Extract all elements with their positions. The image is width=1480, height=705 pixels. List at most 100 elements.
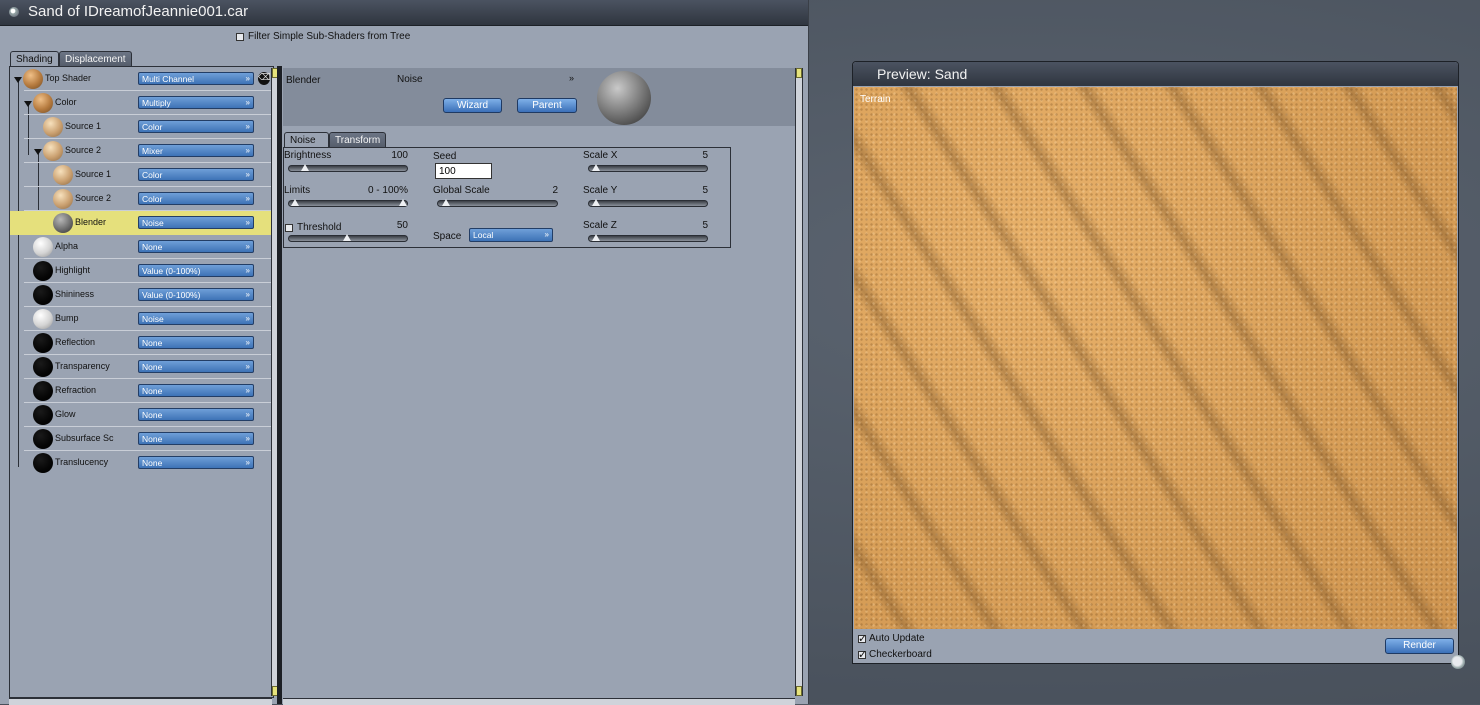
shader-type-dropdown[interactable]: None »	[138, 384, 254, 397]
shader-ball-icon	[23, 69, 43, 89]
tree-row-shininess[interactable]: Shininess Value (0-100%) »	[10, 283, 272, 307]
render-button[interactable]: Render	[1385, 638, 1454, 654]
space-dropdown[interactable]: Local »	[469, 228, 553, 242]
expand-triangle-icon[interactable]	[34, 149, 42, 155]
slider-thumb[interactable]	[442, 199, 450, 206]
shader-type-dropdown[interactable]: None »	[138, 432, 254, 445]
seed-input[interactable]	[435, 163, 492, 179]
scroll-up-nub[interactable]	[796, 68, 802, 78]
chevron-down-icon: »	[245, 458, 250, 467]
shader-type-dropdown[interactable]: None »	[138, 360, 254, 373]
tree-row-subsurface[interactable]: Subsurface Sc None »	[10, 427, 272, 451]
checkerboard-checkbox[interactable]	[858, 648, 867, 661]
shader-type-dropdown[interactable]: Color »	[138, 168, 254, 181]
tree-row-source-1[interactable]: Source 1 Color »	[10, 115, 272, 139]
tree-label: Source 2	[65, 145, 102, 155]
shader-type-dropdown[interactable]: None »	[138, 240, 254, 253]
chevron-down-icon: »	[245, 98, 250, 107]
tree-row-color[interactable]: Color Multiply »	[10, 91, 272, 115]
shader-type-dropdown[interactable]: Color »	[138, 120, 254, 133]
tree-row-refraction[interactable]: Refraction None »	[10, 379, 272, 403]
parent-button[interactable]: Parent	[517, 98, 577, 113]
tab-noise[interactable]: Noise	[284, 132, 329, 148]
tree-row-highlight[interactable]: Highlight Value (0-100%) »	[10, 259, 272, 283]
shader-tree: Top Shader Multi Channel » ⌫ Color Multip…	[9, 66, 274, 698]
dropdown-value: Value (0-100%)	[142, 266, 201, 276]
global-scale-slider[interactable]	[437, 199, 558, 207]
auto-update-checkbox[interactable]	[858, 632, 867, 645]
shader-type-dropdown[interactable]: Multi Channel »	[138, 72, 254, 85]
tree-row-glow[interactable]: Glow None »	[10, 403, 272, 427]
chevron-down-icon: »	[245, 170, 250, 179]
tree-row-alpha[interactable]: Alpha None »	[10, 235, 272, 259]
expand-triangle-icon[interactable]	[24, 101, 32, 107]
panel-divider[interactable]	[277, 66, 282, 704]
threshold-checkbox[interactable]	[285, 223, 293, 232]
filter-checkbox[interactable]	[236, 32, 244, 41]
shader-type-dropdown[interactable]: Mixer »	[138, 144, 254, 157]
limits-slider[interactable]	[288, 199, 408, 207]
shader-type-dropdown[interactable]: Value (0-100%) »	[138, 264, 254, 277]
scroll-down-nub[interactable]	[796, 686, 802, 696]
scale-x-slider[interactable]	[588, 164, 708, 172]
tree-row-translucency[interactable]: Translucency None »	[10, 451, 272, 475]
resize-grip-icon[interactable]	[1451, 655, 1465, 669]
chevron-down-icon: »	[245, 146, 250, 155]
dropdown-value: None	[142, 242, 163, 252]
tree-label: Transparency	[55, 361, 110, 371]
scale-z-value: 5	[702, 220, 708, 231]
seed-label: Seed	[433, 151, 457, 162]
expand-triangle-icon[interactable]	[14, 77, 22, 83]
detail-scrollbar[interactable]	[795, 68, 803, 696]
shader-type-dropdown[interactable]: Noise »	[138, 216, 254, 229]
shader-ball-icon	[33, 309, 53, 329]
brightness-slider[interactable]	[288, 164, 408, 172]
threshold-toggle[interactable]: Threshold	[285, 222, 341, 233]
tree-row-top-shader[interactable]: Top Shader Multi Channel » ⌫	[10, 67, 272, 91]
tab-displacement[interactable]: Displacement	[59, 51, 132, 67]
slider-thumb[interactable]	[592, 164, 600, 171]
chevron-down-icon: »	[245, 194, 250, 203]
shader-type-dropdown[interactable]: Color »	[138, 192, 254, 205]
threshold-slider[interactable]	[288, 234, 408, 242]
shader-type-dropdown[interactable]: Noise »	[138, 312, 254, 325]
trash-icon[interactable]: ⌫	[258, 72, 271, 85]
shader-type-dropdown[interactable]: None »	[138, 456, 254, 469]
preview-title-bar[interactable]: Preview: Sand	[853, 62, 1458, 86]
title-bar[interactable]: Sand of IDreamofJeannie001.car	[0, 0, 808, 26]
tab-transform[interactable]: Transform	[329, 132, 386, 148]
shader-type-dropdown[interactable]: None »	[138, 408, 254, 421]
auto-update-label: Auto Update	[869, 633, 925, 644]
filter-simple-subshaders[interactable]: Filter Simple Sub-Shaders from Tree	[236, 31, 410, 42]
tree-row-reflection[interactable]: Reflection None »	[10, 331, 272, 355]
scale-y-slider[interactable]	[588, 199, 708, 207]
tree-row-source-2-1[interactable]: Source 1 Color »	[10, 163, 272, 187]
channel-type-dropdown[interactable]: Noise »	[397, 73, 577, 87]
tree-row-source-2-2[interactable]: Source 2 Color »	[10, 187, 272, 211]
auto-update-toggle[interactable]: Auto Update	[858, 632, 925, 645]
tree-row-source-2[interactable]: Source 2 Mixer »	[10, 139, 272, 163]
tree-row-blender[interactable]: Blender Noise »	[10, 211, 272, 235]
checkerboard-toggle[interactable]: Checkerboard	[858, 648, 932, 661]
wizard-button[interactable]: Wizard	[443, 98, 502, 113]
shader-ball-icon	[33, 405, 53, 425]
window-menu-icon[interactable]	[9, 7, 19, 17]
shader-ball-icon	[43, 141, 63, 161]
threshold-label: Threshold	[297, 222, 342, 233]
tree-row-transparency[interactable]: Transparency None »	[10, 355, 272, 379]
scale-z-slider[interactable]	[588, 234, 708, 242]
slider-thumb-low[interactable]	[291, 199, 299, 206]
tab-shading[interactable]: Shading	[10, 51, 59, 67]
slider-thumb-high[interactable]	[399, 199, 407, 206]
shader-type-dropdown[interactable]: Multiply »	[138, 96, 254, 109]
tree-row-bump[interactable]: Bump Noise »	[10, 307, 272, 331]
slider-thumb[interactable]	[592, 234, 600, 241]
shader-type-dropdown[interactable]: None »	[138, 336, 254, 349]
shader-type-dropdown[interactable]: Value (0-100%) »	[138, 288, 254, 301]
tree-label: Translucency	[55, 457, 109, 467]
slider-thumb[interactable]	[592, 199, 600, 206]
slider-thumb[interactable]	[301, 164, 309, 171]
preview-render-image: Terrain	[854, 87, 1457, 629]
slider-thumb[interactable]	[343, 234, 351, 241]
space-value: Local	[473, 230, 494, 240]
